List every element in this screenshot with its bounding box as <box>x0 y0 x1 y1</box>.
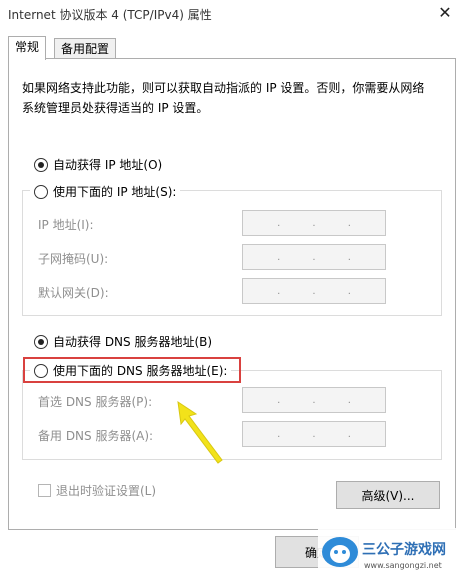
annotation-arrow-icon <box>177 400 223 464</box>
validate-label: 退出时验证设置(L) <box>56 484 157 498</box>
title-bar: Internet 协议版本 4 (TCP/IPv4) 属性 ✕ <box>0 0 462 32</box>
radio-auto-dns-indicator[interactable] <box>34 334 48 349</box>
watermark-logo: 三公子游戏网 www.sangongzi.net <box>318 528 462 576</box>
subnet-mask-input[interactable]: ... <box>242 244 386 270</box>
radio-manual-ip-label: 使用下面的 IP 地址(S): <box>53 185 177 199</box>
default-gateway-input[interactable]: ... <box>242 278 386 304</box>
close-icon: ✕ <box>438 2 452 22</box>
window-title: Internet 协议版本 4 (TCP/IPv4) 属性 <box>8 8 212 22</box>
advanced-button[interactable]: 高级(V)... <box>336 481 440 509</box>
radio-auto-ip-label: 自动获得 IP 地址(O) <box>53 158 163 172</box>
radio-auto-dns[interactable]: 自动获得 DNS 服务器地址(B) <box>34 333 212 350</box>
alternate-dns-label: 备用 DNS 服务器(A): <box>38 429 154 443</box>
radio-auto-ip[interactable]: 自动获得 IP 地址(O) <box>34 156 162 173</box>
alternate-dns-input[interactable]: ... <box>242 421 386 447</box>
preferred-dns-label: 首选 DNS 服务器(P): <box>38 395 153 409</box>
tab-general[interactable]: 常规 <box>8 36 47 60</box>
ip-address-label: IP 地址(I): <box>38 218 94 232</box>
svg-text:三公子游戏网: 三公子游戏网 <box>362 541 446 558</box>
ip-address-input[interactable]: ... <box>242 210 386 236</box>
radio-manual-ip[interactable]: 使用下面的 IP 地址(S): <box>30 183 181 200</box>
subnet-mask-label: 子网掩码(U): <box>38 252 109 266</box>
tab-alternate-config[interactable]: 备用配置 <box>54 38 117 59</box>
validate-checkbox[interactable] <box>38 484 51 497</box>
watermark-logo-icon: 三公子游戏网 www.sangongzi.net <box>318 528 462 576</box>
default-gateway-label: 默认网关(D): <box>38 286 109 300</box>
preferred-dns-input[interactable]: ... <box>242 387 386 413</box>
intro-text: 如果网络支持此功能，则可以获取自动指派的 IP 设置。否则，你需要从网络系统管理… <box>22 81 425 115</box>
close-button[interactable]: ✕ <box>428 0 462 24</box>
svg-text:www.sangongzi.net: www.sangongzi.net <box>364 561 442 570</box>
validate-on-exit[interactable]: 退出时验证设置(L) <box>38 482 156 499</box>
radio-auto-dns-label: 自动获得 DNS 服务器地址(B) <box>53 335 213 349</box>
highlight-box <box>23 357 241 383</box>
radio-manual-ip-indicator[interactable] <box>34 184 48 199</box>
radio-auto-ip-indicator[interactable] <box>34 157 48 172</box>
